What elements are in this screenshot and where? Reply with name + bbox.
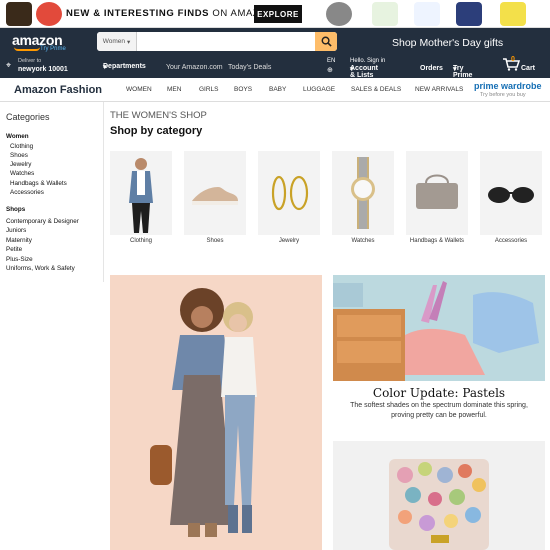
secondary-nav: ⌖ Deliver to newyork 10001 Departments ▾…: [0, 56, 550, 79]
prime-wardrobe-logo[interactable]: prime wardrobe: [474, 81, 542, 91]
subnav-baby[interactable]: BABY: [269, 86, 286, 93]
sidebar-item-uniforms[interactable]: Uniforms, Work & Safety: [6, 265, 75, 272]
hero-fashion-image[interactable]: [110, 275, 322, 550]
departments-label: Departments: [103, 63, 146, 70]
handbags-image: [416, 174, 458, 209]
search-icon: [321, 36, 332, 47]
explore-button[interactable]: EXPLORE: [254, 5, 302, 23]
category-sidebar: Categories Women Clothing Shoes Jewelry …: [0, 102, 104, 282]
category-tile-handbags[interactable]: [406, 151, 468, 235]
pastels-feature-image[interactable]: [333, 275, 545, 381]
amazon-smile-icon: [14, 47, 40, 51]
promo-product-fruit[interactable]: [36, 2, 62, 26]
try-prime-label: Try Prime: [453, 65, 473, 79]
language-selector[interactable]: EN: [327, 58, 335, 64]
promo-text: NEW & INTERESTING FINDS ON AMAZON: [66, 8, 275, 19]
promo-product-chair[interactable]: [500, 2, 526, 26]
search-bar: Women ▾: [97, 32, 337, 51]
try-prime-link[interactable]: Try Prime: [40, 46, 66, 52]
category-label-shoes[interactable]: Shoes: [184, 238, 246, 244]
deliver-location[interactable]: newyork 10001: [18, 66, 68, 73]
location-pin-icon: ⌖: [6, 60, 12, 70]
search-category-label: Women: [102, 38, 125, 45]
sidebar-item-shoes[interactable]: Shoes: [10, 152, 28, 159]
sunglasses-image: [488, 187, 534, 203]
globe-icon: ⊕: [327, 67, 333, 74]
top-nav: amazon Try Prime Women ▾ Shop Mother's D…: [0, 28, 550, 56]
hello-sign-in[interactable]: Hello. Sign in: [350, 58, 385, 64]
search-button[interactable]: [315, 32, 337, 51]
subnav-new-arrivals[interactable]: NEW ARRIVALS: [415, 86, 463, 93]
promo-product-lamp[interactable]: [414, 2, 440, 26]
promo-product-toy[interactable]: [456, 2, 482, 26]
category-label-accessories[interactable]: Accessories: [480, 238, 542, 244]
cart-label[interactable]: Cart: [521, 65, 535, 72]
amazon-fashion-title[interactable]: Amazon Fashion: [14, 84, 102, 96]
hero-models-illustration: [150, 288, 257, 537]
shop-by-category-title: Shop by category: [110, 125, 203, 137]
jewelry-image: [271, 175, 309, 211]
sidebar-item-accessories[interactable]: Accessories: [10, 189, 44, 196]
orders-link[interactable]: Orders: [420, 65, 443, 72]
sidebar-item-contemporary[interactable]: Contemporary & Designer: [6, 218, 79, 225]
sidebar-item-maternity[interactable]: Maternity: [6, 237, 32, 244]
sidebar-item-petite[interactable]: Petite: [6, 246, 22, 253]
subnav-men[interactable]: MEN: [167, 86, 181, 93]
caret-down-icon: ▾: [127, 38, 131, 46]
prime-wardrobe-tagline: Try before you buy: [480, 92, 526, 98]
your-amazon-link[interactable]: Your Amazon.com: [166, 64, 223, 71]
account-lists-menu[interactable]: Account & Lists ▾: [350, 65, 378, 79]
subnav-luggage[interactable]: LUGGAGE: [303, 86, 335, 93]
floral-handbag-image[interactable]: [333, 441, 545, 550]
category-label-handbags[interactable]: Handbags & Wallets: [406, 238, 468, 244]
category-tile-shoes[interactable]: [184, 151, 246, 235]
promo-banner[interactable]: NEW & INTERESTING FINDS ON AMAZON EXPLOR…: [0, 0, 550, 28]
sidebar-item-handbags[interactable]: Handbags & Wallets: [10, 180, 67, 187]
sidebar-item-jewelry[interactable]: Jewelry: [10, 161, 31, 168]
womens-shop-eyebrow: THE WOMEN'S SHOP: [110, 110, 207, 121]
feature-title[interactable]: Color Update: Pastels: [333, 386, 545, 400]
category-label-watches[interactable]: Watches: [332, 238, 394, 244]
pastels-illustration: [333, 275, 545, 381]
sidebar-item-shops[interactable]: Shops: [6, 206, 25, 213]
departments-menu[interactable]: Departments ▾: [103, 63, 146, 71]
category-label-clothing[interactable]: Clothing: [110, 238, 172, 244]
sidebar-item-juniors[interactable]: Juniors: [6, 227, 26, 234]
cart-count: 0: [511, 56, 515, 63]
search-category-dropdown[interactable]: Women ▾: [97, 32, 137, 51]
feature-description: The softest shades on the spectrum domin…: [350, 402, 528, 419]
category-tile-jewelry[interactable]: [258, 151, 320, 235]
sidebar-item-watches[interactable]: Watches: [10, 170, 34, 177]
subnav-women[interactable]: WOMEN: [126, 86, 152, 93]
promo-product-coin[interactable]: [326, 2, 352, 26]
mothers-day-link[interactable]: Shop Mother's Day gifts: [392, 37, 503, 49]
subnav-girls[interactable]: GIRLS: [199, 86, 219, 93]
subnav-boys[interactable]: BOYS: [234, 86, 252, 93]
category-tile-clothing[interactable]: [110, 151, 172, 235]
watches-image: [351, 157, 375, 229]
subnav-sales-deals[interactable]: SALES & DEALS: [351, 86, 401, 93]
sidebar-item-women[interactable]: Women: [6, 133, 29, 140]
floral-handbag-illustration: [389, 459, 489, 550]
promo-product-pillow[interactable]: [6, 2, 32, 26]
shoes-image: [192, 187, 238, 205]
promo-product-planter[interactable]: [372, 2, 398, 26]
category-tile-accessories[interactable]: [480, 151, 542, 235]
account-lists-label: Account & Lists: [350, 65, 378, 79]
promo-lead: NEW & INTERESTING FINDS: [66, 8, 210, 19]
sidebar-item-clothing[interactable]: Clothing: [10, 143, 33, 150]
category-tile-watches[interactable]: [332, 151, 394, 235]
sidebar-heading: Categories: [6, 112, 50, 122]
try-prime-menu[interactable]: Try Prime ▾: [453, 65, 472, 79]
category-label-jewelry[interactable]: Jewelry: [258, 238, 320, 244]
search-input[interactable]: [139, 34, 309, 49]
clothing-image: [129, 158, 153, 233]
sidebar-item-plus-size[interactable]: Plus-Size: [6, 256, 33, 263]
deliver-to-label: Deliver to: [18, 58, 42, 64]
todays-deals-link[interactable]: Today's Deals: [228, 64, 271, 71]
fashion-subnav: Amazon Fashion WOMEN MEN GIRLS BOYS BABY…: [0, 78, 550, 102]
